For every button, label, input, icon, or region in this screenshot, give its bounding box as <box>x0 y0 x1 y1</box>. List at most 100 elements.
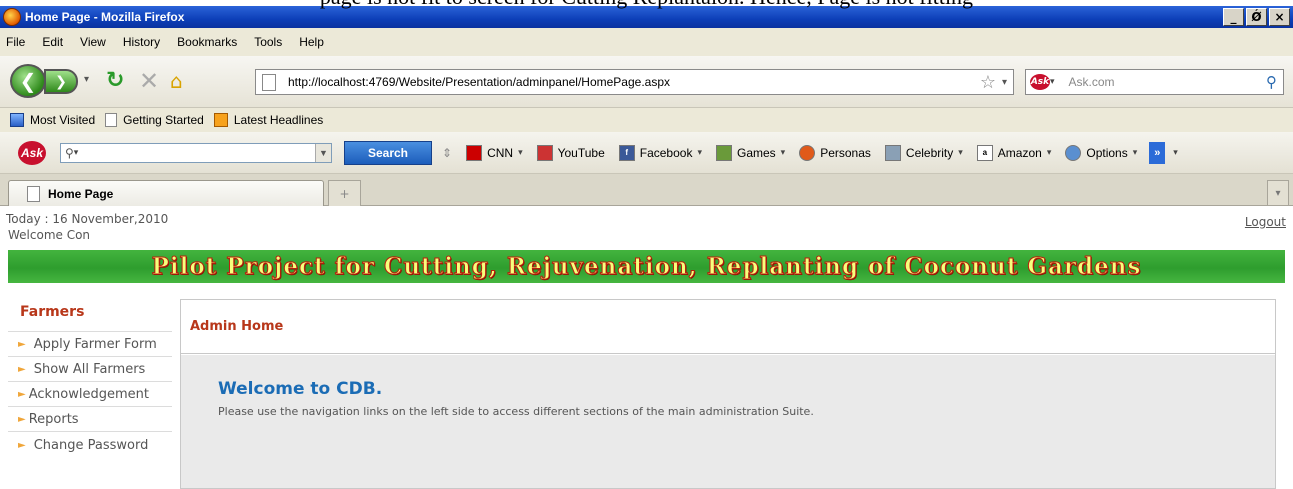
arrow-bullet-icon: ► <box>18 440 26 451</box>
search-icon[interactable]: ⚲ <box>1266 73 1277 91</box>
arrow-bullet-icon: ► <box>18 388 26 400</box>
arrow-bullet-icon: ► <box>18 413 26 425</box>
bookmark-label: Getting Started <box>123 113 204 127</box>
search-icon: ⚲ <box>65 145 74 160</box>
today-date: Today : 16 November,2010 <box>6 212 169 226</box>
welcome-description: Please use the navigation links on the l… <box>218 405 814 418</box>
welcome-title: Welcome to CDB. <box>218 379 383 399</box>
link-label: Amazon <box>997 145 1042 160</box>
url-dropdown-icon[interactable]: ▾ <box>1002 77 1007 88</box>
toolbar-overflow-chevron-icon[interactable]: » <box>1149 141 1166 164</box>
arrow-bullet-icon: ► <box>18 338 26 350</box>
sidebar-item-change-password[interactable]: ► Change Password <box>8 431 172 459</box>
page-icon <box>262 73 276 91</box>
reload-icon[interactable]: ↻ <box>106 68 124 93</box>
welcome-user: Welcome Con <box>8 228 91 242</box>
ask-logo-icon[interactable]: Ask <box>18 140 46 165</box>
toolbar-link-amazon[interactable]: a Amazon ▾ <box>976 144 1052 161</box>
link-label: Facebook <box>639 145 693 160</box>
logout-link[interactable]: Logout <box>1245 215 1286 229</box>
caret-icon: ▾ <box>73 147 79 157</box>
history-dropdown-icon[interactable]: ▾ <box>84 74 89 85</box>
tab-home-page[interactable]: Home Page <box>8 180 324 206</box>
window-title: Home Page - Mozilla Firefox <box>25 10 185 24</box>
page-icon <box>105 113 118 127</box>
sidebar-heading: Farmers <box>20 304 85 320</box>
sidebar-item-label: Change Password <box>33 438 149 453</box>
facebook-icon: f <box>618 144 635 161</box>
menu-view[interactable]: View <box>80 35 106 49</box>
stop-icon[interactable]: ✕ <box>139 67 159 95</box>
caret-icon: ▾ <box>1046 147 1052 157</box>
bookmark-most-visited[interactable]: Most Visited <box>10 113 95 127</box>
ask-search-input[interactable]: ⚲ ▾ ▼ <box>60 142 332 163</box>
bookmark-star-icon[interactable]: ☆ <box>980 72 996 93</box>
url-bar[interactable]: http://localhost:4769/Website/Presentati… <box>255 69 1014 95</box>
link-label: Celebrity <box>905 145 954 160</box>
forward-button[interactable]: ❯ <box>44 69 78 94</box>
firefox-icon <box>3 8 21 26</box>
bookmark-label: Most Visited <box>30 113 96 127</box>
admin-home-panel: Admin Home Welcome to CDB. Please use th… <box>180 299 1276 489</box>
url-text[interactable]: http://localhost:4769/Website/Presentati… <box>288 75 670 89</box>
youtube-icon <box>536 144 553 161</box>
bookmark-label: Latest Headlines <box>233 113 324 127</box>
banner-title: Pilot Project for Cutting, Rejuvenation,… <box>151 253 1142 281</box>
tab-label: Home Page <box>48 186 114 201</box>
navigation-toolbar: ❮ ❯ ▾ ↻ ✕ ⌂ http://localhost:4769/Websit… <box>0 56 1293 108</box>
menu-tools[interactable]: Tools <box>254 35 282 49</box>
sidebar-item-label: Acknowledgement <box>28 386 149 402</box>
menu-bookmarks[interactable]: Bookmarks <box>177 35 237 49</box>
toolbar-link-facebook[interactable]: f Facebook ▾ <box>618 144 702 161</box>
home-icon[interactable]: ⌂ <box>170 69 183 93</box>
new-tab-button[interactable]: + <box>328 180 361 206</box>
page-caption: page is not fit to screen for Cutting Re… <box>0 0 1293 10</box>
sidebar-nav: Farmers ► Apply Farmer Form ► Show All Far… <box>8 296 172 459</box>
search-placeholder: Ask.com <box>1068 75 1115 89</box>
dropdown-arrow-icon[interactable]: ▼ <box>315 143 331 162</box>
tab-list-button[interactable]: ▾ <box>1267 180 1289 206</box>
link-label: YouTube <box>557 145 605 160</box>
caret-icon: ▾ <box>780 147 786 157</box>
restore-button[interactable]: Ǿ <box>1246 8 1267 26</box>
back-button[interactable]: ❮ <box>10 64 46 98</box>
toolbar-separator-icon[interactable]: ⇕ <box>442 146 452 160</box>
bookmark-getting-started[interactable]: Getting Started <box>105 113 204 127</box>
toolbar-link-celebrity[interactable]: Celebrity ▾ <box>884 144 963 161</box>
ask-toolbar: Ask ⚲ ▾ ▼ Search ⇕ CNN ▾ YouTube f Facebook… <box>0 132 1293 174</box>
close-button[interactable]: × <box>1269 8 1290 26</box>
personas-icon <box>799 144 816 161</box>
menu-file[interactable]: File <box>6 35 25 49</box>
sidebar-item-label: Apply Farmer Form <box>33 336 157 352</box>
arrow-bullet-icon: ► <box>18 363 26 375</box>
rss-icon <box>213 113 228 127</box>
window-controls: _ Ǿ × <box>1223 8 1290 26</box>
minimize-button[interactable]: _ <box>1223 8 1244 26</box>
panel-body: Welcome to CDB. Please use the navigatio… <box>181 355 1275 488</box>
overflow-caret-icon[interactable]: ▾ <box>1173 147 1178 158</box>
toolbar-link-options[interactable]: Options ▾ <box>1065 144 1138 161</box>
toolbar-link-cnn[interactable]: CNN ▾ <box>466 144 523 161</box>
ask-search-button[interactable]: Search <box>344 140 432 165</box>
tab-strip: Home Page + ▾ <box>0 174 1293 206</box>
toolbar-link-games[interactable]: Games ▾ <box>715 144 786 161</box>
ask-engine-icon[interactable]: Ask <box>1030 74 1050 90</box>
options-gear-icon <box>1065 144 1082 161</box>
menu-edit[interactable]: Edit <box>42 35 63 49</box>
celebrity-icon <box>884 144 901 161</box>
sidebar-item-apply-farmer-form[interactable]: ► Apply Farmer Form <box>8 331 172 356</box>
toolbar-link-personas[interactable]: Personas <box>799 144 871 161</box>
caret-icon: ▾ <box>697 147 702 157</box>
sidebar-item-reports[interactable]: ► Reports <box>8 406 172 431</box>
caret-icon: ▾ <box>1132 147 1138 157</box>
toolbar-link-youtube[interactable]: YouTube <box>536 144 605 161</box>
search-box[interactable]: Ask ▾ Ask.com ⚲ <box>1025 69 1284 95</box>
menu-history[interactable]: History <box>123 35 160 49</box>
menu-help[interactable]: Help <box>299 35 324 49</box>
bookmark-latest-headlines[interactable]: Latest Headlines <box>213 113 324 127</box>
bookmarks-bar: Most Visited Getting Started Latest Head… <box>0 108 1293 132</box>
sidebar-item-show-all-farmers[interactable]: ► Show All Farmers <box>8 356 172 381</box>
link-label: Personas <box>820 145 871 160</box>
engine-dropdown-icon[interactable]: ▾ <box>1050 77 1055 87</box>
sidebar-item-acknowledgement[interactable]: ► Acknowledgement <box>8 381 172 406</box>
